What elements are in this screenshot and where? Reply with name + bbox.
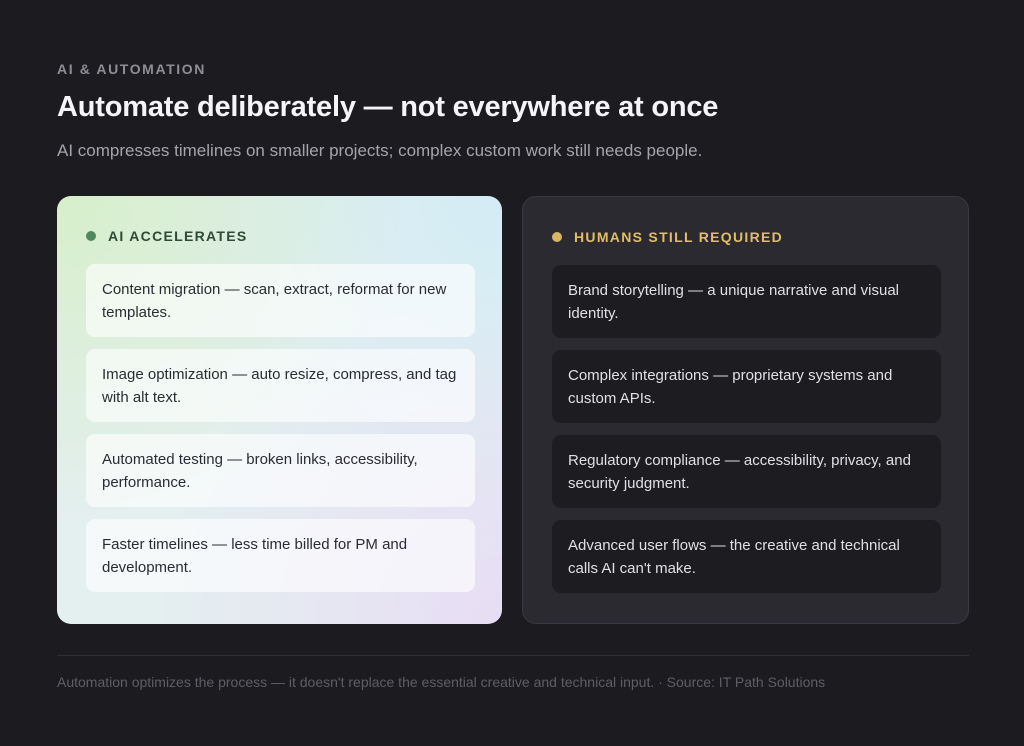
footer-divider (57, 655, 969, 656)
human-item-brand-storytelling: Brand storytelling — a unique narrative … (552, 265, 941, 338)
ai-item-image-optimization: Image optimization — auto resize, compre… (86, 349, 475, 422)
page-subtitle: AI compresses timelines on smaller proje… (57, 141, 703, 160)
green-dot-icon (86, 231, 96, 241)
human-item-regulatory-compliance: Regulatory compliance — accessibility, p… (552, 435, 941, 508)
ai-item-automated-testing: Automated testing — broken links, access… (86, 434, 475, 507)
ai-accelerates-card: AI ACCELERATES Content migration — scan,… (57, 196, 502, 624)
ai-item-content-migration: Content migration — scan, extract, refor… (86, 264, 475, 337)
human-item-advanced-user-flows: Advanced user flows — the creative and t… (552, 520, 941, 593)
ai-card-header: AI ACCELERATES (86, 228, 248, 244)
page: AI & AUTOMATION Automate deliberately — … (57, 0, 969, 746)
human-item-list: Brand storytelling — a unique narrative … (552, 265, 941, 605)
page-title: Automate deliberately — not everywhere a… (57, 91, 719, 123)
human-card-header: HUMANS STILL REQUIRED (552, 229, 783, 245)
ai-item-faster-timelines: Faster timelines — less time billed for … (86, 519, 475, 592)
human-card-heading: HUMANS STILL REQUIRED (574, 229, 784, 245)
human-item-complex-integrations: Complex integrations — proprietary syste… (552, 350, 941, 423)
footer-note: Automation optimizes the process — it do… (57, 674, 826, 690)
humans-required-card: HUMANS STILL REQUIRED Brand storytelling… (522, 196, 969, 624)
ai-item-list: Content migration — scan, extract, refor… (86, 264, 475, 604)
yellow-dot-icon (552, 232, 562, 242)
section-eyebrow: AI & AUTOMATION (57, 61, 206, 77)
ai-card-heading: AI ACCELERATES (108, 228, 248, 244)
